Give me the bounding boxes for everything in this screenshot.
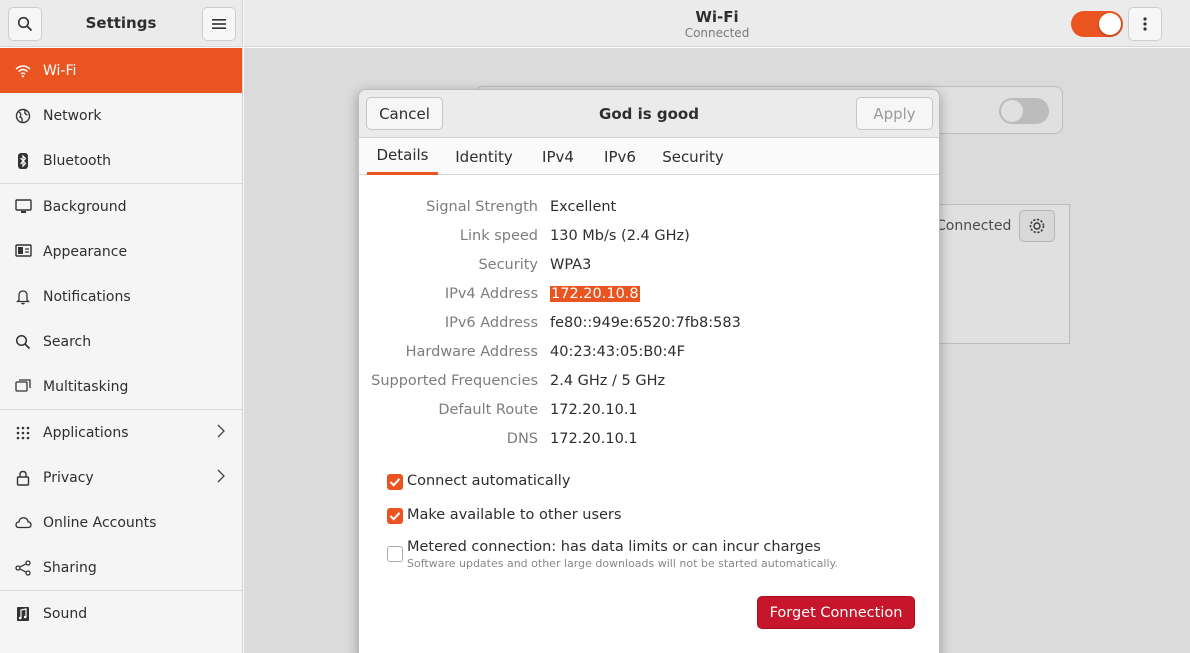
detail-label: Supported Frequencies [371,373,538,389]
connect-automatically-checkbox[interactable] [387,474,403,490]
metered-connection-label[interactable]: Metered connection: has data limits or c… [407,539,821,555]
sidebar-item-label: Wi-Fi [43,62,77,79]
detail-value: WPA3 [550,257,592,273]
search-icon [14,333,32,351]
sidebar-item-network[interactable]: Network [0,93,242,138]
metered-connection-checkbox[interactable] [387,546,403,562]
search-button[interactable] [8,7,42,41]
detail-label: DNS [506,431,538,447]
connect-automatically-label[interactable]: Connect automatically [407,473,570,489]
sidebar-item-notifications[interactable]: Notifications [0,274,242,319]
checkmark-icon [389,512,401,521]
menu-button[interactable] [202,7,236,41]
sidebar-item-label: Sharing [43,559,97,576]
sidebar-item-label: Background [43,198,127,215]
sidebar-item-applications[interactable]: Applications [0,410,242,455]
detail-label: Signal Strength [426,199,538,215]
sidebar-item-bluetooth[interactable]: Bluetooth [0,138,242,183]
detail-label: Hardware Address [405,344,538,360]
sidebar-item-label: Notifications [43,288,131,305]
monitor-icon [14,198,32,216]
detail-label: IPv6 Address [444,315,538,331]
sidebar-title: Settings [85,14,157,32]
sidebar-item-privacy[interactable]: Privacy [0,455,242,500]
search-icon [17,16,33,32]
sidebar-item-label: Applications [43,424,129,441]
sidebar-item-multitasking[interactable]: Multitasking [0,364,242,409]
tab-ipv6[interactable]: IPv6 [595,138,645,175]
sidebar-item-label: Sound [43,605,88,622]
detail-label: IPv4 Address [444,286,538,302]
bluetooth-icon [14,152,32,170]
sidebar-item-label: Multitasking [43,378,129,395]
detail-value: fe80::949e:6520:7fb8:583 [550,315,741,331]
detail-value: Excellent [550,199,617,215]
detail-label: Security [478,257,538,273]
dialog-tabs: Details Identity IPv4 IPv6 Security [359,138,939,175]
wifi-toggle[interactable] [1071,11,1123,37]
sidebar-item-label: Online Accounts [43,514,157,531]
sidebar-header: Settings [0,0,243,47]
dialog-title: God is good [599,105,699,123]
cloud-icon [14,514,32,532]
appearance-icon [14,243,32,261]
sidebar-item-label: Search [43,333,92,350]
tab-security[interactable]: Security [657,138,729,175]
main-header: Wi-Fi Connected [244,0,1190,47]
sidebar-item-appearance[interactable]: Appearance [0,229,242,274]
dialog-header: Cancel God is good Apply [359,90,939,138]
sidebar-item-sound[interactable]: Sound [0,591,242,636]
share-icon [14,559,32,577]
lock-icon [14,469,32,487]
detail-value: 40:23:43:05:B0:4F [550,344,685,360]
detail-value: 130 Mb/s (2.4 GHz) [550,228,690,244]
sidebar-item-label: Appearance [43,243,128,260]
sidebar-item-wifi[interactable]: Wi-Fi [0,48,242,93]
chevron-right-icon [217,424,225,442]
detail-label: Link speed [459,228,538,244]
metered-connection-description: Software updates and other large downloa… [407,557,838,570]
kebab-icon [1143,17,1147,31]
tab-identity[interactable]: Identity [448,138,520,175]
detail-value: 172.20.10.1 [550,402,638,418]
page-subtitle: Connected [684,26,750,40]
multitasking-icon [14,378,32,396]
checkmark-icon [389,478,401,487]
sidebar-item-sharing[interactable]: Sharing [0,545,242,590]
detail-label: Default Route [438,402,538,418]
sidebar: Wi-Fi Network Bluetooth Background Appea… [0,48,243,653]
sidebar-item-label: Bluetooth [43,152,111,169]
chevron-right-icon [217,469,225,487]
bell-icon [14,288,32,306]
sidebar-item-label: Network [43,107,102,124]
wifi-icon [14,62,32,80]
sidebar-item-search[interactable]: Search [0,319,242,364]
hamburger-icon [212,19,226,29]
sidebar-item-online-accounts[interactable]: Online Accounts [0,500,242,545]
sidebar-item-label: Privacy [43,469,94,486]
detail-value: 2.4 GHz / 5 GHz [550,373,666,389]
grid-icon [14,424,32,442]
ipv4-address-value[interactable]: 172.20.10.8 [550,286,640,302]
available-to-users-label[interactable]: Make available to other users [407,507,621,523]
tab-ipv4[interactable]: IPv4 [534,138,582,175]
detail-value: 172.20.10.1 [550,431,638,447]
tab-details[interactable]: Details [367,138,438,175]
forget-connection-button[interactable]: Forget Connection [757,596,915,629]
sidebar-item-background[interactable]: Background [0,184,242,229]
network-details-dialog: Cancel God is good Apply Details Identit… [358,89,940,653]
available-to-users-checkbox[interactable] [387,508,403,524]
music-icon [14,605,32,623]
more-options-button[interactable] [1128,7,1162,41]
page-title: Wi-Fi [695,8,739,26]
toggle-knob [1099,13,1121,35]
globe-icon [14,107,32,125]
apply-button[interactable]: Apply [856,97,933,130]
